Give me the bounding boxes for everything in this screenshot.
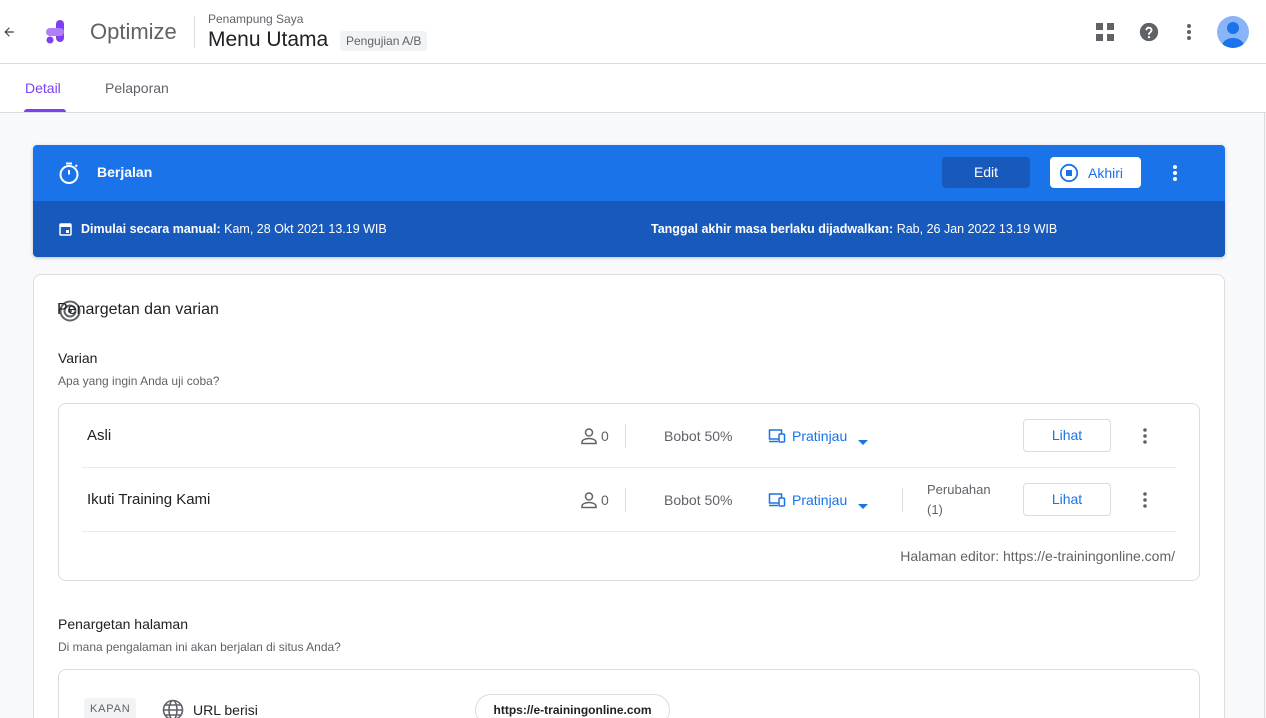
start-date-info: Dimulai secara manual: Kam, 28 Okt 2021 … <box>81 222 387 236</box>
devices-icon <box>768 427 786 448</box>
active-tab-indicator <box>24 109 66 112</box>
app-name: Optimize <box>90 19 177 44</box>
experiment-type-badge: Pengujian A/B <box>340 31 428 51</box>
when-badge: KAPAN <box>84 698 137 718</box>
container-label[interactable]: Penampung Saya <box>208 12 303 26</box>
rule-value-chip[interactable]: https://e-trainingonline.com <box>475 694 670 718</box>
variant-more-vert-icon[interactable] <box>1133 424 1157 448</box>
help-icon[interactable] <box>1137 20 1161 44</box>
view-variant-button[interactable]: Lihat <box>1023 419 1111 452</box>
end-experiment-button[interactable]: Akhiri <box>1050 157 1141 188</box>
tab-detail[interactable]: Detail <box>25 64 61 112</box>
edit-button[interactable]: Edit <box>942 157 1030 188</box>
card-title: Penargetan dan varian <box>57 301 219 318</box>
caret-down-icon <box>858 433 868 449</box>
variant-user-count: 0 <box>601 428 609 444</box>
scrollbar-track[interactable] <box>1264 113 1265 718</box>
tab-reporting[interactable]: Pelaporan <box>105 64 169 112</box>
status-label: Berjalan <box>97 164 153 180</box>
editor-page-url: Halaman editor: https://e-trainingonline… <box>900 548 1175 564</box>
column-divider <box>625 424 626 448</box>
caret-down-icon <box>858 497 868 513</box>
more-vert-icon[interactable] <box>1177 20 1201 44</box>
view-variant-button[interactable]: Lihat <box>1023 483 1111 516</box>
variants-title: Varian <box>58 350 98 366</box>
column-divider <box>902 488 903 512</box>
back-arrow-icon[interactable] <box>0 20 18 44</box>
preview-label: Pratinjau <box>792 492 848 508</box>
end-date-value: Rab, 26 Jan 2022 13.19 WIB <box>896 222 1058 236</box>
header-divider <box>194 16 195 48</box>
variant-more-vert-icon[interactable] <box>1133 488 1157 512</box>
variant-name: Asli <box>87 427 112 444</box>
timer-icon <box>57 161 81 190</box>
page-targeting-title: Penargetan halaman <box>58 616 188 632</box>
variants-subtitle: Apa yang ingin Anda uji coba? <box>58 374 220 388</box>
app-header: Optimize Penampung Saya Menu Utama Pengu… <box>0 0 1266 64</box>
optimize-logo-icon <box>44 18 72 46</box>
variant-weight[interactable]: Bobot 50% <box>664 492 733 508</box>
avatar[interactable] <box>1217 16 1249 48</box>
start-date-value: Kam, 28 Okt 2021 13.19 WIB <box>224 222 387 236</box>
preview-dropdown[interactable]: Pratinjau <box>768 426 872 446</box>
start-date-label: Dimulai secara manual: <box>81 222 221 236</box>
rule-condition: URL berisi <box>193 702 258 718</box>
status-banner: Berjalan Edit Akhiri Dimulai secara manu… <box>33 145 1225 257</box>
variant-weight[interactable]: Bobot 50% <box>664 428 733 444</box>
globe-icon <box>162 699 184 718</box>
stop-circle-icon <box>1059 163 1079 186</box>
end-date-label: Tanggal akhir masa berlaku dijadwalkan: <box>651 222 894 236</box>
person-icon <box>580 491 598 509</box>
banner-more-vert-icon[interactable] <box>1163 161 1187 185</box>
banner-top: Berjalan Edit Akhiri <box>33 145 1225 201</box>
end-button-label: Akhiri <box>1088 165 1124 181</box>
devices-icon <box>768 491 786 512</box>
apps-grid-icon[interactable] <box>1093 20 1117 44</box>
preview-dropdown[interactable]: Pratinjau <box>768 490 872 510</box>
preview-label: Pratinjau <box>792 428 848 444</box>
column-divider <box>625 488 626 512</box>
person-icon <box>580 427 598 445</box>
variant-changes[interactable]: Perubahan (1) <box>927 480 1007 520</box>
calendar-icon <box>59 222 72 241</box>
page-targeting-subtitle: Di mana pengalaman ini akan berjalan di … <box>58 640 341 654</box>
page-title: Menu Utama <box>208 28 329 51</box>
row-divider <box>82 531 1176 532</box>
tab-bar: Detail Pelaporan <box>0 64 1266 113</box>
variant-name: Ikuti Training Kami <box>87 491 211 508</box>
end-date-info: Tanggal akhir masa berlaku dijadwalkan: … <box>651 222 1057 236</box>
row-divider <box>82 467 1176 468</box>
variant-user-count: 0 <box>601 492 609 508</box>
